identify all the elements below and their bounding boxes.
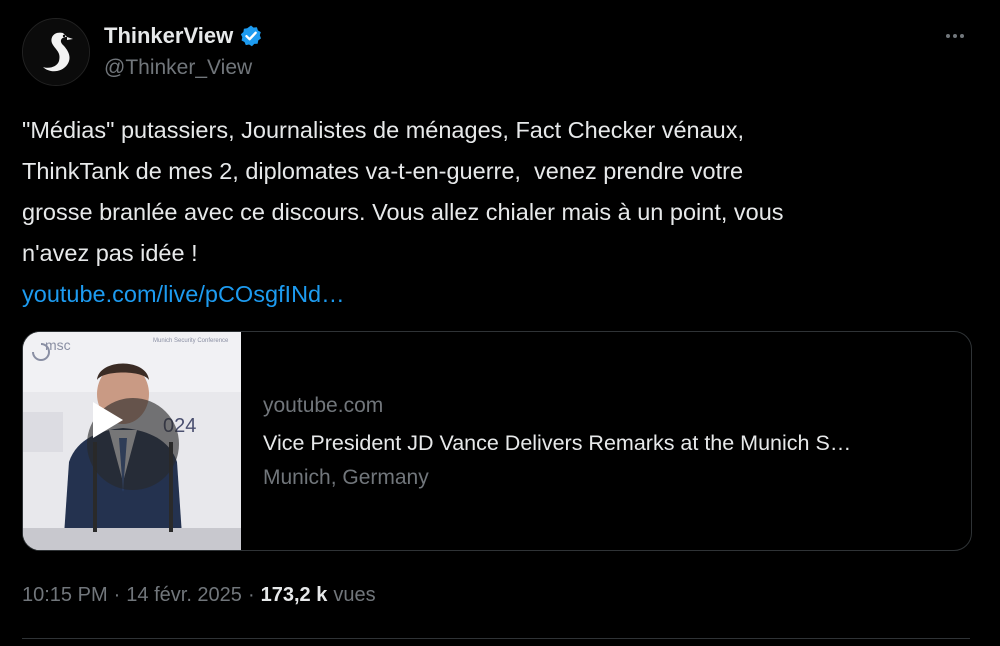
verified-badge-icon[interactable] bbox=[239, 24, 263, 48]
more-options-icon bbox=[946, 34, 950, 38]
play-button[interactable] bbox=[87, 398, 179, 490]
meta-separator-2: · bbox=[247, 584, 255, 606]
play-icon bbox=[93, 402, 123, 438]
author-handle[interactable]: @Thinker_View bbox=[104, 56, 252, 80]
views-count: 173,2 k bbox=[260, 584, 328, 606]
card-title[interactable]: Vice President JD Vance Delivers Remarks… bbox=[263, 426, 953, 460]
tweet-time[interactable]: 10:15 PM bbox=[22, 584, 108, 607]
avatar[interactable] bbox=[22, 18, 90, 86]
card-domain: youtube.com bbox=[263, 394, 384, 417]
divider bbox=[22, 638, 970, 639]
card-meta: youtube.com Vice President JD Vance Deli… bbox=[263, 392, 953, 494]
meta-separator: · bbox=[113, 584, 121, 606]
tweet-link[interactable]: youtube.com/live/pCOsgfINd… bbox=[22, 274, 345, 315]
author-name-row: ThinkerView bbox=[104, 22, 263, 50]
thumb-org-text: msc bbox=[45, 337, 71, 353]
thumb-conference-text: Munich Security Conference bbox=[153, 338, 229, 344]
more-options-icon-dot bbox=[960, 34, 964, 38]
tweet: ThinkerView @Thinker_View "Médias" putas… bbox=[0, 0, 1000, 646]
tweet-text: "Médias" putassiers, Journalistes de mén… bbox=[22, 117, 784, 266]
tweet-date[interactable]: 14 févr. 2025 bbox=[126, 584, 242, 607]
video-thumbnail[interactable]: msc Munich Security Conference 024 bbox=[23, 332, 241, 550]
more-options-icon-dot bbox=[953, 34, 957, 38]
link-preview-card[interactable]: msc Munich Security Conference 024 youtu… bbox=[22, 331, 972, 551]
views-label: vues bbox=[333, 584, 376, 606]
more-options-button[interactable] bbox=[940, 24, 970, 48]
tweet-meta: 10:15 PM · 14 févr. 2025 · 173,2 k vues bbox=[22, 584, 376, 607]
swan-logo-icon bbox=[23, 19, 89, 85]
card-description: Munich, Germany bbox=[263, 466, 429, 489]
display-name[interactable]: ThinkerView bbox=[104, 23, 233, 49]
